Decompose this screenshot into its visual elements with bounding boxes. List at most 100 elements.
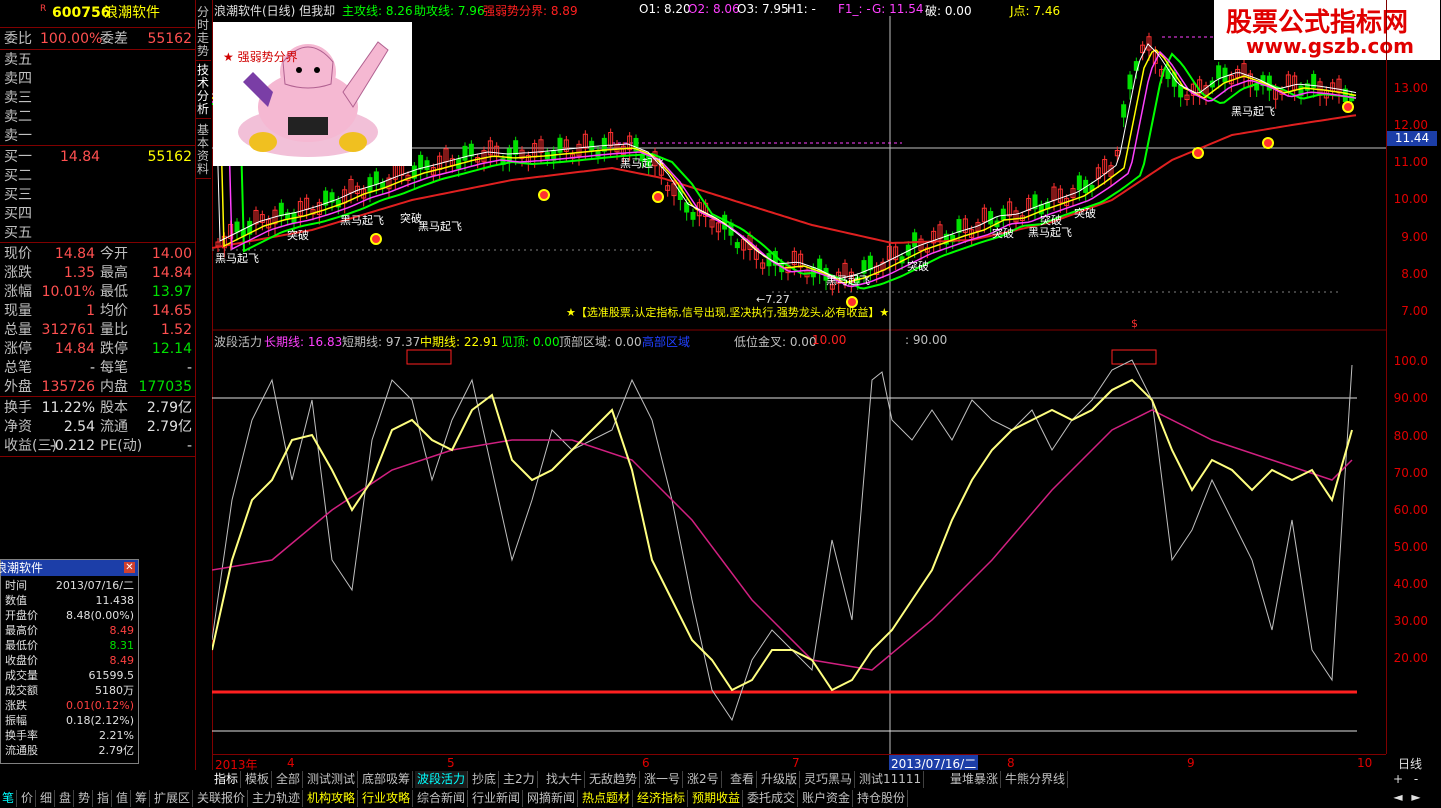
toolbar-tab[interactable]: 综合新闻 (415, 790, 469, 807)
current-price-tag: 11.44 (1387, 131, 1437, 146)
toolbar-tab[interactable]: 筹 (133, 790, 151, 807)
signal-label: 黑马起飞 (1028, 226, 1072, 239)
quote-row: 净资 2.54 流通 2.79亿 (4, 419, 192, 435)
scroll-left-button[interactable]: ◄ (1390, 790, 1406, 806)
toolbar-tab[interactable]: 主力轨迹 (250, 790, 304, 807)
candle-body (468, 143, 474, 157)
toolbar-tab[interactable]: 热点题材 (580, 790, 634, 807)
info-window-title[interactable]: 浪潮软件 ✕ (0, 560, 138, 576)
indicator-tab[interactable]: 指标 (212, 771, 242, 788)
indicator-tab[interactable]: 灵巧黑马 (802, 771, 856, 788)
candle-body (418, 154, 424, 170)
indicator-tab[interactable]: 模板 (243, 771, 273, 788)
tab-intraday[interactable]: 分时走势 (195, 6, 211, 61)
signal-coin-icon (1262, 137, 1274, 149)
indicator-tab[interactable]: 测试测试 (305, 771, 359, 788)
indicator-value: 短期线: 97.37 (342, 335, 421, 349)
price-tick: 7.00 (1401, 304, 1428, 318)
toolbar-tab[interactable]: 网摘新闻 (525, 790, 579, 807)
toolbar-tab[interactable]: 价 (19, 790, 37, 807)
mid-term-line (212, 378, 1353, 692)
toolbar-tab[interactable]: 势 (76, 790, 94, 807)
indicator-name: 波段活力 (214, 335, 263, 349)
indicator-tab[interactable]: 涨2号 (685, 771, 722, 788)
info-row: 成交额 5180万 (5, 684, 134, 697)
indicator-tick: 50.00 (1393, 540, 1428, 554)
info-window[interactable]: 浪潮软件 ✕ 时间 2013/07/16/二 数值 11.438 开盘价 8.48(… (0, 559, 139, 764)
indicator-tab[interactable]: 牛熊分界线 (1003, 771, 1069, 788)
side-tabs: 分时走势 技术分析 基本资料 (195, 0, 213, 770)
close-icon[interactable]: ✕ (124, 562, 135, 573)
price-tick: 8.00 (1401, 267, 1428, 281)
toolbar-tab[interactable]: 预期收益 (690, 790, 744, 807)
flag: R (40, 4, 47, 14)
indicator-tab[interactable]: 升级版 (759, 771, 801, 788)
indicator-tab[interactable]: 抄底 (470, 771, 500, 788)
bottom-toolbar: 笔价细盘势指值筹扩展区 关联报价 主力轨迹 机构攻略 行业攻略 综合新闻 行业新闻 网摘新闻热… (0, 789, 1441, 808)
toolbar-tab[interactable]: 持仓股份 (855, 790, 909, 807)
candle-body (462, 145, 468, 161)
indicator-tab[interactable]: 波段活力 (415, 771, 469, 788)
info-row: 最低价 8.31 (5, 639, 134, 652)
quote-row: 收益(三) -0.212 PE(动) - (4, 438, 192, 454)
sell-5: 卖五 (4, 52, 32, 68)
indicator-value: 10.00 (812, 333, 847, 347)
indicator-tick: 30.00 (1393, 614, 1428, 628)
price-tick: 10.00 (1393, 192, 1428, 206)
stock-title[interactable]: R 600756 浪潮软件 (0, 3, 195, 23)
candle-body (1076, 175, 1082, 191)
toolbar-tab[interactable]: 委托成交 (745, 790, 799, 807)
toolbar-tab[interactable]: 扩展区 (152, 790, 194, 807)
indicator-tick: 100.0 (1393, 354, 1428, 368)
toolbar-tab[interactable]: 细 (38, 790, 56, 807)
quote-row: 外盘 135726 内盘 177035 (4, 379, 192, 395)
indicator-tab[interactable]: 量堆暴涨 (948, 771, 1002, 788)
month-tick: 8 (1007, 756, 1015, 770)
low-label: ←7.27 (756, 293, 790, 306)
candle-body (1216, 65, 1222, 79)
indicator-tab[interactable]: 底部吸筹 (360, 771, 414, 788)
period-label[interactable]: 日线 (1398, 755, 1422, 772)
candle-body (1178, 84, 1184, 98)
info-row: 换手率 2.21% (5, 729, 134, 742)
signal-label: 黑马起飞 (340, 214, 384, 227)
toolbar-tab[interactable]: 盘 (57, 790, 75, 807)
buy-3: 买三 (4, 187, 32, 203)
zoom-in-button[interactable]: + (1390, 772, 1406, 788)
signal-label: 突破 (907, 260, 929, 273)
quote-row: 总笔 - 每笔 - (4, 360, 192, 376)
scroll-right-button[interactable]: ► (1408, 790, 1424, 806)
toolbar-tab[interactable]: 经济指标 (635, 790, 689, 807)
candle-body (912, 232, 918, 248)
indicator-tab[interactable]: 主2力 (501, 771, 538, 788)
toolbar-tab[interactable]: 关联报价 (195, 790, 249, 807)
indicator-tab[interactable]: 涨一号 (642, 771, 684, 788)
indicator-value: 低位金叉: 0.00 (734, 335, 817, 349)
price-axis: 13.00 12.00 11.00 10.00 9.00 8.00 7.00 100.0 90.… (1386, 0, 1441, 754)
header-indicator-value: H1: - (787, 2, 816, 16)
indicator-tab[interactable]: 无敌趋势 (587, 771, 641, 788)
indicator-tick: 70.00 (1393, 466, 1428, 480)
indicator-tab[interactable]: 全部 (274, 771, 304, 788)
toolbar-tab[interactable]: 行业新闻 (470, 790, 524, 807)
info-row: 成交量 61599.5 (5, 669, 134, 682)
tab-fundamentals[interactable]: 基本资料 (195, 124, 211, 179)
toolbar-tab[interactable]: 笔 (0, 790, 18, 807)
indicator-tab[interactable]: 找大牛 (544, 771, 586, 788)
toolbar-tab[interactable]: 值 (114, 790, 132, 807)
indicator-value: 长期线: 16.83 (264, 335, 343, 349)
candle-body (234, 221, 240, 233)
month-tick: 10 (1357, 756, 1373, 770)
zoom-out-button[interactable]: - (1408, 772, 1424, 788)
tab-technical[interactable]: 技术分析 (195, 64, 211, 119)
indicator-tab[interactable]: 测试11111 (857, 771, 925, 788)
toolbar-tab[interactable]: 机构攻略 (305, 790, 359, 807)
sell-3: 卖三 (4, 90, 32, 106)
toolbar-tab[interactable]: 账户资金 (800, 790, 854, 807)
indicator-tab[interactable]: 查看 (728, 771, 758, 788)
indicator-value: 高部区域 (642, 335, 691, 349)
sell-2: 卖二 (4, 109, 32, 125)
toolbar-tab[interactable]: 行业攻略 (360, 790, 414, 807)
date-axis: 2013年 4 5 6 7 8 9 10 2013/07/16/二 (212, 754, 1386, 772)
toolbar-tab[interactable]: 指 (95, 790, 113, 807)
